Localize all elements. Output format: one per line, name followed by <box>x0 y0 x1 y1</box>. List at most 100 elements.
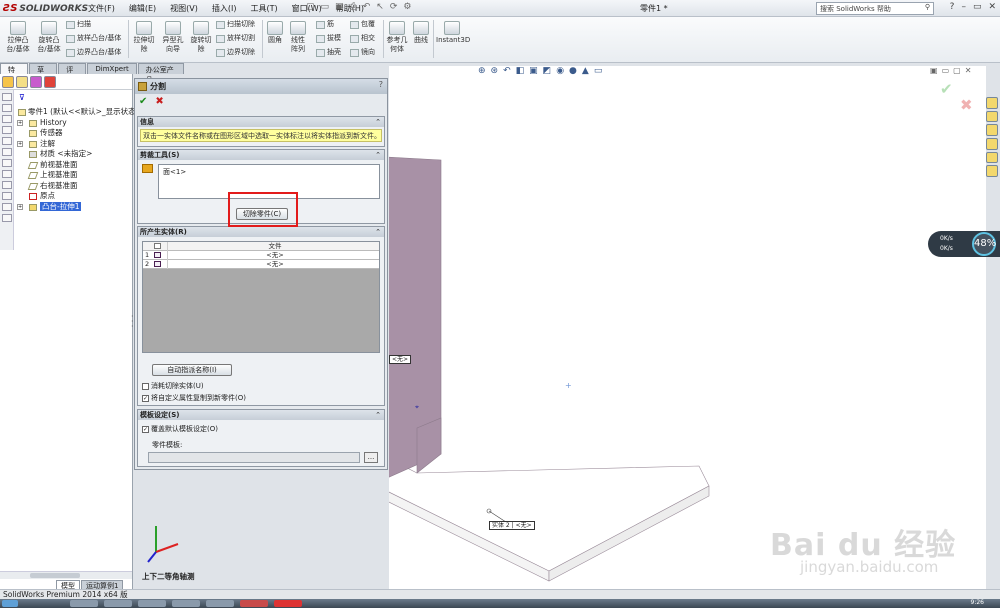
wrap-button[interactable]: 包覆 <box>350 20 375 29</box>
section-header[interactable]: 模板设定(S) ⌃ <box>138 410 384 420</box>
restore-button[interactable]: ▭ <box>973 2 982 12</box>
taskbar-app[interactable] <box>104 600 132 607</box>
section-view-icon[interactable]: ◧ <box>516 66 525 76</box>
select-all-checkbox[interactable] <box>154 243 161 249</box>
zoom-to-fit-icon[interactable]: ⊕ <box>478 66 486 76</box>
mirror-button[interactable]: 镜向 <box>350 48 375 57</box>
collapse-icon[interactable]: ⌃ <box>375 150 381 160</box>
tree-item-origin[interactable]: 原点 <box>18 191 132 202</box>
taskbar-app[interactable] <box>70 600 98 607</box>
view-orientation-icon[interactable]: ▣ <box>529 66 538 76</box>
taskbar-app[interactable] <box>274 600 302 607</box>
rebuild-icon[interactable]: ⟳ <box>390 2 398 12</box>
palette-icon[interactable] <box>986 138 998 150</box>
feature-tree-icon[interactable] <box>2 76 14 88</box>
section-header[interactable]: 信息 ⌃ <box>138 117 384 127</box>
section-header[interactable]: 所产生实体(R) ⌃ <box>138 227 384 237</box>
menu-edit[interactable]: 编辑(E) <box>127 2 158 15</box>
revolve-boss-button[interactable]: 旋转凸台/基体 <box>35 21 63 54</box>
open-icon[interactable]: ▭ <box>321 2 330 12</box>
intersect-button[interactable]: 相交 <box>350 34 375 43</box>
tab-evaluate[interactable]: 评估 <box>58 63 87 84</box>
tab-office[interactable]: 办公室产品 <box>137 63 185 84</box>
hide-show-icon[interactable]: ◉ <box>556 66 564 76</box>
rail-icon[interactable] <box>2 192 12 200</box>
taskbar-app[interactable] <box>240 600 268 607</box>
tree-item-annotations[interactable]: + 注解 <box>17 139 132 150</box>
tree-item-right-plane[interactable]: 右视基准面 <box>18 181 132 192</box>
display-style-icon[interactable]: ◩ <box>543 66 552 76</box>
confirm-ok-icon[interactable]: ✔ <box>940 80 953 98</box>
lofted-cut-button[interactable]: 放样切割 <box>216 34 255 43</box>
tab-dimxpert[interactable]: DimXpert <box>87 63 137 74</box>
taskbar-app[interactable] <box>172 600 200 607</box>
appearance-pane-icon[interactable] <box>986 151 998 164</box>
rail-icon[interactable] <box>2 148 12 156</box>
ref-geometry-button[interactable]: 参考几何体 <box>386 21 408 54</box>
minimize-button[interactable]: – <box>961 2 966 12</box>
swept-cut-button[interactable]: 扫描切除 <box>216 20 255 29</box>
table-row[interactable]: 1 <无> <box>143 251 379 260</box>
rail-icon[interactable] <box>2 104 12 112</box>
options-icon[interactable]: ⚙ <box>403 2 411 12</box>
collapse-icon[interactable]: ⌃ <box>375 410 381 420</box>
menu-insert[interactable]: 插入(I) <box>210 2 239 15</box>
draft-button[interactable]: 拔模 <box>316 34 341 43</box>
tab-sketch[interactable]: 草图 <box>29 63 58 84</box>
restore-icon[interactable]: ▢ <box>953 66 961 75</box>
shell-button[interactable]: 抽壳 <box>316 48 341 57</box>
filter-icon[interactable]: ⊽ <box>19 93 25 102</box>
tree-item-history[interactable]: + History <box>17 118 132 129</box>
help-icon[interactable]: ? <box>379 80 383 89</box>
rail-icon[interactable] <box>2 203 12 211</box>
start-button[interactable] <box>2 600 18 607</box>
home-icon[interactable] <box>986 97 998 109</box>
expand-icon[interactable]: + <box>17 203 23 210</box>
body-checkbox[interactable] <box>154 261 161 267</box>
rail-icon[interactable] <box>2 137 12 145</box>
extrude-cut-button[interactable]: 拉伸切除 <box>131 21 157 54</box>
expand-icon[interactable]: + <box>17 119 23 126</box>
print-icon[interactable]: ⎙ <box>350 2 357 12</box>
collapse-icon[interactable]: ⌃ <box>375 117 381 127</box>
help-icon[interactable]: ? <box>950 2 955 12</box>
confirm-cancel-icon[interactable]: ✖ <box>960 96 973 114</box>
tree-item-material[interactable]: 材质 <未指定> <box>18 149 132 160</box>
rail-icon[interactable] <box>2 214 12 222</box>
override-template-checkbox[interactable]: ✓ 覆盖默认模板设定(O) <box>142 424 218 434</box>
help-search-input[interactable]: 搜索 SolidWorks 帮助 ⚲ <box>816 2 934 15</box>
appearance-icon[interactable]: ● <box>569 66 577 76</box>
rail-icon[interactable] <box>2 115 12 123</box>
hole-wizard-button[interactable]: 异型孔向导 <box>160 21 186 54</box>
menu-file[interactable]: 文件(F) <box>86 2 117 15</box>
undo-icon[interactable]: ↶ <box>363 2 371 12</box>
boundary-cut-button[interactable]: 边界切除 <box>216 48 255 57</box>
tree-item-front-plane[interactable]: 前视基准面 <box>18 160 132 171</box>
close-button[interactable]: ✕ <box>988 2 996 12</box>
instant3d-button[interactable]: Instant3D <box>436 21 470 45</box>
fillet-button[interactable]: 圆角 <box>265 21 285 45</box>
auto-assign-names-button[interactable]: 自动指派名称(I) <box>152 364 232 376</box>
rail-icon[interactable] <box>2 170 12 178</box>
ok-button[interactable]: ✔ <box>139 96 147 107</box>
scene-icon[interactable]: ▲ <box>582 66 589 76</box>
previous-view-icon[interactable]: ↶ <box>503 66 511 76</box>
select-icon[interactable]: ↖ <box>376 2 384 12</box>
library-icon[interactable] <box>986 110 998 123</box>
revolve-cut-button[interactable]: 旋转切除 <box>189 21 213 54</box>
curves-button[interactable]: 曲线 <box>411 21 431 45</box>
expand-icon[interactable]: + <box>17 140 23 147</box>
boundary-boss-button[interactable]: 边界凸台/基体 <box>66 48 121 57</box>
tile-icon[interactable]: ▣ <box>930 66 938 75</box>
menu-view[interactable]: 视图(V) <box>168 2 200 15</box>
rail-icon[interactable] <box>2 93 12 101</box>
display-manager-icon[interactable] <box>44 76 56 88</box>
scrollbar-thumb[interactable] <box>30 573 80 578</box>
tree-item-boss-extrude[interactable]: + 凸台-拉伸1 <box>17 201 132 213</box>
collapse-icon[interactable]: ⌃ <box>375 227 381 237</box>
body-callout[interactable]: 实体 2 | <无> <box>489 521 535 530</box>
cancel-button[interactable]: ✖ <box>155 96 163 107</box>
menu-tools[interactable]: 工具(T) <box>248 2 279 15</box>
copy-custom-props-checkbox[interactable]: ✓ 将自定义属性复制到新零件(O) <box>142 393 246 403</box>
extrude-boss-button[interactable]: 拉伸凸台/基体 <box>4 21 32 54</box>
